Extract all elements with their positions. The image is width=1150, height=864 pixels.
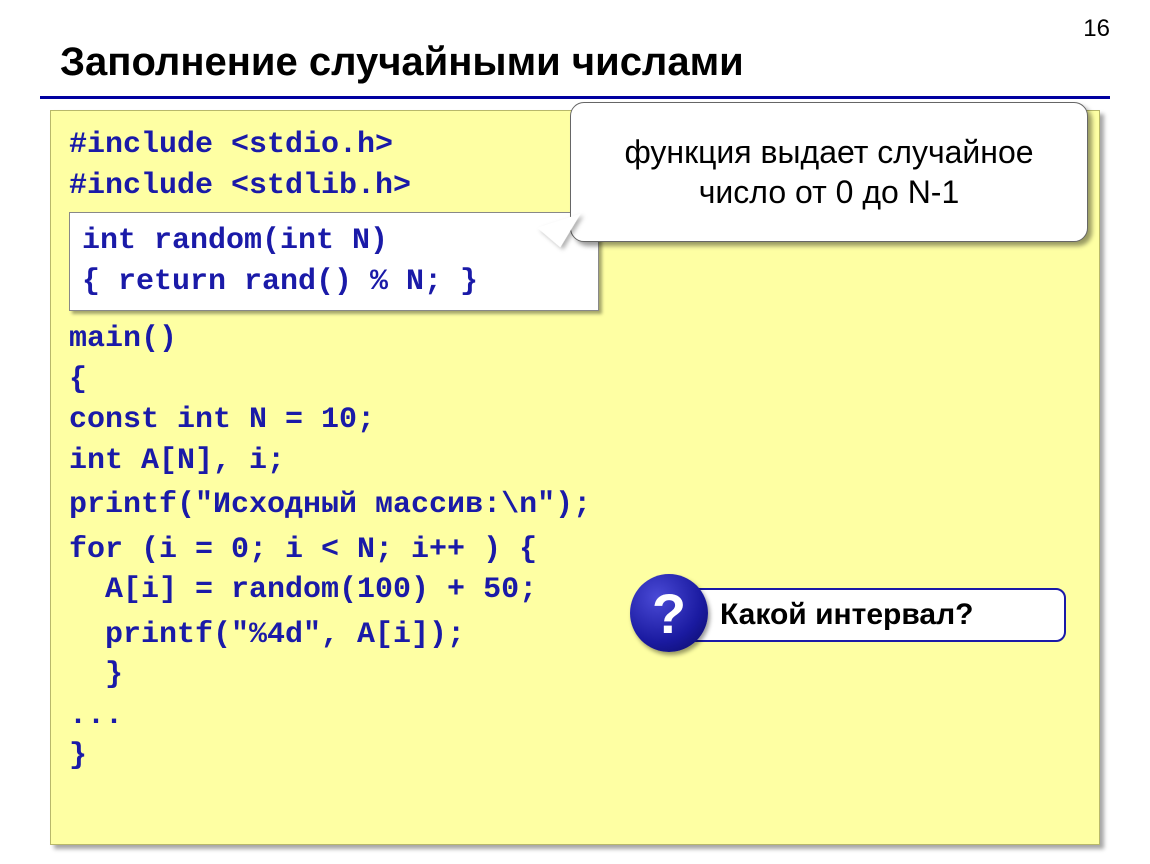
code-line: ... (69, 696, 1081, 737)
code-line: } (69, 655, 1081, 696)
code-line: int A[N], i; (69, 441, 1081, 482)
question-mark-icon: ? (630, 574, 708, 652)
code-line: int random(int N) (82, 221, 586, 262)
callout-bubble: функция выдает случайное число от 0 до N… (570, 102, 1088, 242)
code-line: { return rand() % N; } (82, 262, 586, 303)
callout-text: функция выдает случайное число от 0 до N… (587, 132, 1071, 212)
code-line: } (69, 736, 1081, 777)
question-mark-glyph: ? (652, 581, 686, 646)
page-number: 16 (1083, 15, 1110, 43)
code-line: main() (69, 319, 1081, 360)
question-pill: Какой интервал? (666, 588, 1066, 642)
question-label: Какой интервал? (720, 598, 973, 632)
code-line: { (69, 360, 1081, 401)
slide-title: Заполнение случайными числами (60, 40, 744, 85)
code-line: const int N = 10; (69, 400, 1081, 441)
inner-code-box: int random(int N) { return rand() % N; } (69, 212, 599, 311)
title-underline (40, 96, 1110, 99)
code-line: for (i = 0; i < N; i++ ) { (69, 530, 1081, 571)
code-line: printf("Исходный массив:\n"); (69, 485, 1081, 526)
